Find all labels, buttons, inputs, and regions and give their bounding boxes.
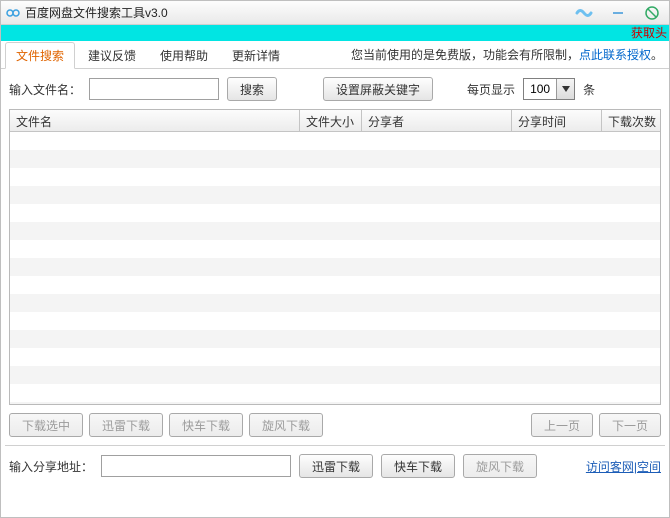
close-icon[interactable] <box>637 3 667 23</box>
auth-link[interactable]: 点此联系授权 <box>579 48 651 62</box>
tab-help[interactable]: 使用帮助 <box>149 42 219 68</box>
tab-label: 使用帮助 <box>160 49 208 63</box>
chevron-down-icon[interactable] <box>556 79 574 99</box>
window-title: 百度网盘文件搜索工具v3.0 <box>25 4 168 21</box>
notice-suffix: 。 <box>651 48 663 62</box>
next-page-button[interactable]: 下一页 <box>599 413 661 437</box>
col-filename[interactable]: 文件名 <box>10 110 300 131</box>
tab-file-search[interactable]: 文件搜索 <box>5 42 75 69</box>
footer-buttons: 下载选中 迅雷下载 快车下载 旋风下载 上一页 下一页 <box>1 405 669 445</box>
kuaiche-download-button[interactable]: 快车下载 <box>169 413 243 437</box>
col-sharer[interactable]: 分享者 <box>362 110 512 131</box>
col-share-time[interactable]: 分享时间 <box>512 110 602 131</box>
search-button[interactable]: 搜索 <box>227 77 277 101</box>
share-url-input[interactable] <box>101 455 291 477</box>
share-xuanfeng-button[interactable]: 旋风下载 <box>463 454 537 478</box>
share-row: 输入分享地址： 迅雷下载 快车下载 旋风下载 访问客网|空间 <box>1 446 669 486</box>
tab-feedback[interactable]: 建议反馈 <box>77 42 147 68</box>
top-link-bar: 获取头 <box>1 25 669 41</box>
block-keywords-button[interactable]: 设置屏蔽关键字 <box>323 77 433 101</box>
xunlei-download-button[interactable]: 迅雷下载 <box>89 413 163 437</box>
share-xunlei-button[interactable]: 迅雷下载 <box>299 454 373 478</box>
window-buttons <box>567 1 669 25</box>
per-page-label: 每页显示 <box>467 81 515 98</box>
filename-label: 输入文件名： <box>9 81 81 98</box>
tab-label: 文件搜索 <box>16 49 64 63</box>
tabs-row: 文件搜索 建议反馈 使用帮助 更新详情 您当前使用的是免费版，功能会有所限制，点… <box>1 41 669 69</box>
results-table[interactable]: 文件名 文件大小 分享者 分享时间 下载次数 <box>9 109 661 405</box>
app-icon <box>5 5 21 21</box>
tab-label: 建议反馈 <box>88 49 136 63</box>
share-kuaiche-button[interactable]: 快车下载 <box>381 454 455 478</box>
search-row: 输入文件名： 搜索 设置屏蔽关键字 每页显示 100 条 <box>1 69 669 109</box>
top-link[interactable]: 获取头 <box>631 26 667 40</box>
per-page-value: 100 <box>524 82 556 96</box>
per-page-unit: 条 <box>583 81 595 98</box>
title-bar: 百度网盘文件搜索工具v3.0 <box>1 1 669 25</box>
window-btn-2[interactable] <box>603 3 633 23</box>
filename-input[interactable] <box>89 78 219 100</box>
tab-label: 更新详情 <box>232 49 280 63</box>
share-label: 输入分享地址： <box>9 458 93 475</box>
download-selected-button[interactable]: 下载选中 <box>9 413 83 437</box>
notice-prefix: 您当前使用的是免费版，功能会有所限制， <box>351 48 579 62</box>
col-filesize[interactable]: 文件大小 <box>300 110 362 131</box>
notice-text: 您当前使用的是免费版，功能会有所限制，点此联系授权。 <box>351 46 669 63</box>
window-btn-1[interactable] <box>569 3 599 23</box>
tab-updates[interactable]: 更新详情 <box>221 42 291 68</box>
per-page-select[interactable]: 100 <box>523 78 575 100</box>
xuanfeng-download-button[interactable]: 旋风下载 <box>249 413 323 437</box>
col-download-count[interactable]: 下载次数 <box>602 110 660 131</box>
table-header: 文件名 文件大小 分享者 分享时间 下载次数 <box>10 110 660 132</box>
visit-site-link[interactable]: 访问客网|空间 <box>586 458 661 475</box>
prev-page-button[interactable]: 上一页 <box>531 413 593 437</box>
